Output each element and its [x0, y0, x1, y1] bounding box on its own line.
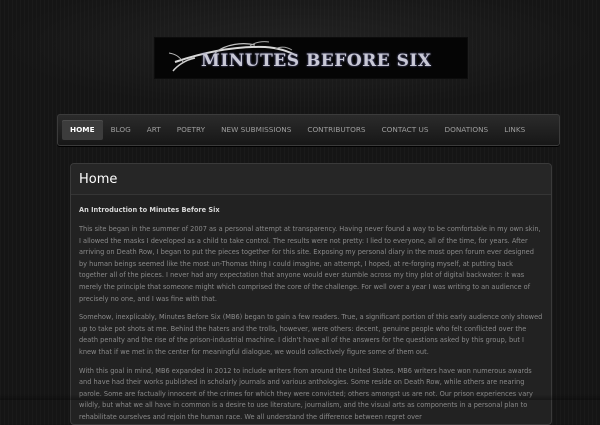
nav-item-home[interactable]: HOME: [62, 120, 103, 140]
article-body: An Introduction to Minutes Before Six Th…: [71, 195, 551, 424]
nav-item-new-submissions[interactable]: NEW SUBMISSIONS: [213, 120, 299, 140]
article-paragraph: This site began in the summer of 2007 as…: [79, 225, 541, 303]
article-heading: An Introduction to Minutes Before Six: [79, 206, 220, 214]
page-title: Home: [71, 164, 551, 195]
nav-item-contributors[interactable]: CONTRIBUTORS: [299, 120, 373, 140]
article-paragraph: Somehow, inexplicably, Minutes Before Si…: [79, 313, 543, 356]
page-bottom-fade: [0, 394, 600, 400]
nav-item-contact-us[interactable]: CONTACT US: [374, 120, 437, 140]
main-navigation: HOME BLOG ART POETRY NEW SUBMISSIONS CON…: [57, 114, 560, 146]
nav-item-blog[interactable]: BLOG: [103, 120, 139, 140]
site-logo-text: MINUTES BEFORE SIX: [201, 51, 432, 71]
main-content-panel: Home An Introduction to Minutes Before S…: [70, 163, 552, 425]
nav-item-poetry[interactable]: POETRY: [169, 120, 213, 140]
nav-item-art[interactable]: ART: [139, 120, 169, 140]
nav-item-donations[interactable]: DONATIONS: [436, 120, 496, 140]
nav-item-links[interactable]: LINKS: [496, 120, 533, 140]
site-logo-banner[interactable]: MINUTES BEFORE SIX: [155, 38, 467, 78]
